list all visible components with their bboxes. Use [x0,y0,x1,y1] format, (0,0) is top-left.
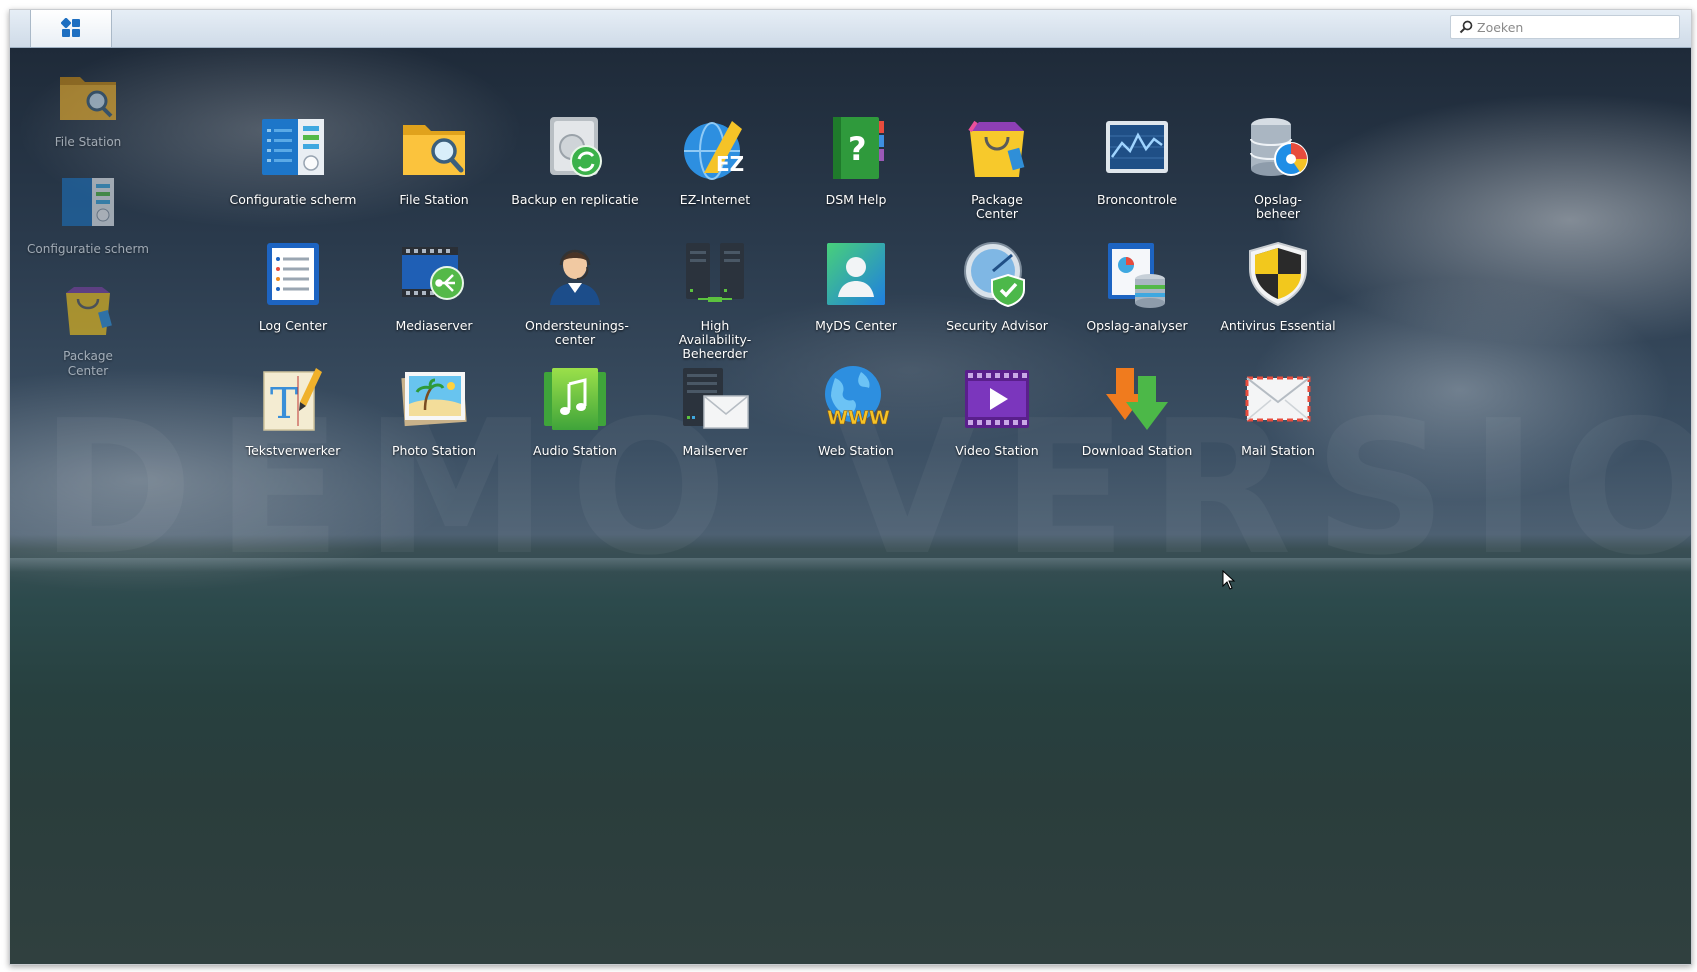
app-storage-analyzer[interactable]: Opslag-analyser [1062,239,1212,333]
app-audio-station[interactable]: Audio Station [500,364,650,458]
app-backup-replication[interactable]: Backup en replicatie [500,113,650,207]
photo-icon [401,372,467,427]
app-label: EZ-Internet [679,192,751,207]
svg-text:T: T [270,379,298,428]
security-shield-icon [964,242,1025,308]
search-box [1450,15,1680,39]
text-editor-icon: T [263,368,322,431]
app-ez-internet[interactable]: EZ EZ-Internet [640,113,790,207]
desktop-shortcut-label: Configuratie scherm [27,242,149,256]
app-support-center[interactable]: Ondersteunings-center [500,239,650,347]
search-input[interactable] [1477,18,1672,36]
desktop-shortcut-label: File Station [54,135,122,149]
app-photo-station[interactable]: Photo Station [359,364,509,458]
app-label: MyDS Center [815,318,897,333]
ez-internet-icon: EZ [684,121,744,180]
myds-user-icon [827,243,885,305]
app-label: Log Center [258,318,328,333]
storage-manager-icon [1250,118,1308,176]
globe-www-icon: WWW [825,366,890,429]
main-menu-button[interactable] [30,10,112,47]
app-label: Security Advisor [946,318,1048,333]
desktop: DEMO VERSION File Station [9,9,1692,965]
app-label: Opslag-analyser [1086,318,1188,333]
mouse-cursor-icon [1222,570,1236,590]
app-myds-center[interactable]: MyDS Center [781,239,931,333]
mail-server-icon [683,368,749,429]
app-antivirus-essential[interactable]: Antivirus Essential [1203,239,1353,333]
app-label: Broncontrole [1096,192,1178,207]
app-label: Tekstverwerker [245,443,341,458]
desktop-shortcut-control-panel[interactable]: Configuratie scherm [10,170,166,257]
app-label: Web Station [818,443,894,458]
app-label: Download Station [1081,443,1193,458]
app-dsm-help[interactable]: ? DSM Help [781,113,931,207]
app-label: Package Center [971,192,1023,221]
app-label: DSM Help [825,192,887,207]
app-label: Photo Station [391,443,477,458]
storage-analyzer-icon [1108,243,1165,308]
media-server-icon [402,247,464,300]
app-mail-server[interactable]: Mailserver [640,364,790,458]
log-icon [267,243,319,305]
app-resource-monitor[interactable]: Broncontrole [1062,113,1212,207]
folder-search-icon [60,77,116,120]
app-label: Mediaserver [395,318,473,333]
app-video-station[interactable]: Video Station [922,364,1072,458]
svg-text:EZ: EZ [716,152,744,176]
app-log-center[interactable]: Log Center [218,239,368,333]
app-package-center[interactable]: Package Center [922,113,1072,221]
app-label: Backup en replicatie [511,192,639,207]
app-media-server[interactable]: Mediaserver [359,239,509,333]
app-text-editor[interactable]: T Tekstverwerker [218,364,368,458]
app-high-availability[interactable]: High Availability-Beheerder [640,239,790,361]
high-availability-icon [686,243,744,302]
music-note-icon [544,368,606,430]
app-label: High Availability-Beheerder [678,318,752,361]
app-label: Mailserver [682,443,748,458]
svg-text:?: ? [848,130,867,168]
download-arrow-icon [1106,368,1168,430]
app-security-advisor[interactable]: Security Advisor [922,239,1072,333]
taskbar [10,10,1691,48]
antivirus-shield-icon [1249,241,1307,307]
app-file-station[interactable]: File Station [359,113,509,207]
support-agent-icon [550,249,600,305]
app-download-station[interactable]: Download Station [1062,364,1212,458]
app-control-panel[interactable]: Configuratie scherm [218,113,368,207]
app-label: Configuratie scherm [229,192,357,207]
app-web-station[interactable]: WWW Web Station [781,364,931,458]
folder-search-icon [403,125,465,175]
app-label: Opslag-beheer [1254,192,1302,221]
svg-text:WWW: WWW [827,407,890,429]
shopping-bag-icon [968,120,1025,177]
control-panel-icon [262,119,324,175]
desktop-shortcut-file-station[interactable]: File Station [10,63,166,150]
search-icon [1459,20,1473,34]
app-mail-station[interactable]: Mail Station [1203,364,1353,458]
video-play-icon [965,370,1029,428]
app-label: Audio Station [533,443,617,458]
grid-icon [61,18,80,37]
desktop-shortcut-package-center[interactable]: Package Center [10,277,166,379]
app-label: Video Station [955,443,1039,458]
app-label: Mail Station [1241,443,1315,458]
app-storage-manager[interactable]: Opslag-beheer [1203,113,1353,221]
control-panel-icon [62,178,114,226]
resource-monitor-icon [1106,121,1168,173]
app-label: Antivirus Essential [1220,318,1336,333]
app-label: Ondersteunings-center [525,318,629,347]
shopping-bag-icon [66,287,112,335]
desktop-shortcut-label: Package Center [63,349,113,378]
mail-envelope-icon [1245,376,1311,422]
app-label: File Station [399,192,469,207]
backup-icon [550,117,602,177]
help-book-icon: ? [833,117,884,179]
